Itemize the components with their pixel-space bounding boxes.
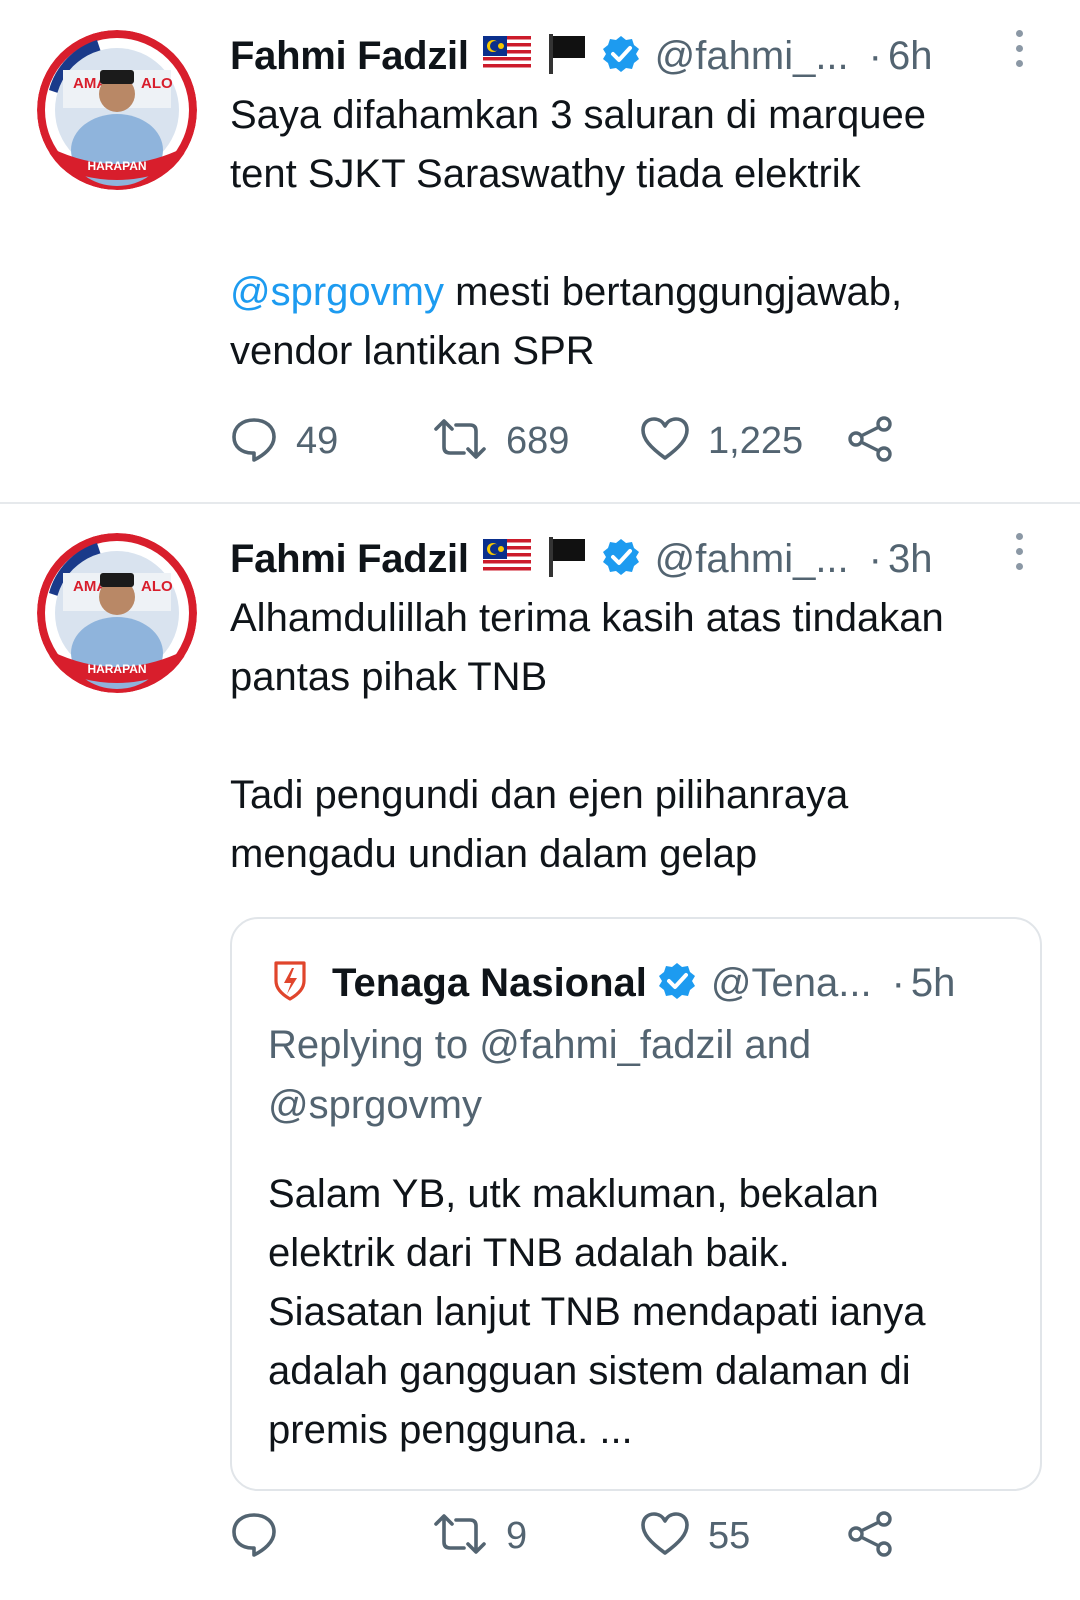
timestamp[interactable]: 6h — [888, 34, 933, 79]
quoted-tweet[interactable]: Tenaga Nasional @Tena... · 5h Replying t… — [230, 917, 1042, 1491]
timestamp[interactable]: 3h — [888, 537, 933, 582]
replying-to-line: @sprgovmy — [268, 1083, 482, 1127]
separator-dot: · — [891, 960, 905, 1005]
reply-button[interactable] — [230, 1506, 296, 1566]
tweet-text-line: pantas pihak TNB — [230, 655, 548, 699]
retweet-count: 9 — [506, 1514, 528, 1557]
tweet-text-line: Saya difahamkan 3 saluran di marquee — [230, 93, 926, 137]
reply-icon — [230, 415, 278, 468]
black-flag-icon — [545, 32, 589, 81]
verified-icon — [601, 537, 641, 582]
quoted-author-name[interactable]: Tenaga Nasional — [332, 961, 647, 1006]
replying-to: Replying to @fahmi_fadzil and @sprgovmy — [268, 1015, 1008, 1135]
like-icon — [640, 1510, 690, 1563]
verified-icon — [601, 34, 641, 79]
verified-icon — [657, 961, 697, 1006]
black-flag-icon — [545, 535, 589, 584]
tweet-text-line: mengadu undian dalam gelap — [230, 832, 758, 876]
quoted-timestamp[interactable]: 5h — [911, 961, 956, 1006]
reply-button[interactable]: 49 — [230, 411, 338, 471]
share-icon — [846, 1510, 896, 1563]
more-icon[interactable] — [1013, 30, 1025, 70]
tweet-text-line: tent SJKT Saraswathy tiada elektrik — [230, 152, 861, 196]
replying-to-line: Replying to @fahmi_fadzil and — [268, 1023, 812, 1067]
quoted-text-line: Siasatan lanjut TNB mendapati ianya — [268, 1290, 926, 1334]
quoted-text-line: elektrik dari TNB adalah baik. — [268, 1231, 790, 1275]
separator-dot: · — [868, 33, 882, 78]
reply-icon — [230, 1510, 278, 1563]
avatar[interactable]: AMA ALO HARAPAN — [37, 30, 197, 190]
avatar-banner-text: HARAPAN — [87, 159, 146, 173]
tnb-logo-icon — [270, 959, 310, 1008]
retweet-icon — [432, 415, 488, 468]
tweet[interactable]: AMA ALO HARAPAN Fahmi Fadzil @fahmi_... … — [0, 503, 1080, 1600]
quoted-author-handle[interactable]: @Tena... — [711, 961, 872, 1006]
quoted-text-line: premis pengguna. ... — [268, 1408, 633, 1452]
like-count: 1,225 — [708, 419, 804, 462]
retweet-count: 689 — [506, 419, 570, 462]
retweet-button[interactable]: 689 — [432, 411, 569, 471]
malaysia-flag-icon — [482, 538, 531, 580]
quoted-tweet-header: Tenaga Nasional @Tena... · 5h — [270, 955, 955, 1011]
quoted-text-line: Salam YB, utk makluman, bekalan — [268, 1172, 879, 1216]
author-name[interactable]: Fahmi Fadzil — [230, 537, 469, 582]
separator-dot: · — [868, 536, 882, 581]
tweet-header: Fahmi Fadzil @fahmi_... — [230, 529, 933, 589]
tweet-text: Alhamdulillah terima kasih atas tindakan… — [230, 589, 1050, 884]
quoted-tweet-text: Salam YB, utk makluman, bekalan elektrik… — [268, 1165, 1028, 1460]
svg-text:ALO: ALO — [141, 75, 173, 92]
more-icon[interactable] — [1013, 533, 1025, 573]
avatar[interactable]: AMA ALO HARAPAN — [37, 533, 197, 693]
mention-link[interactable]: @sprgovmy — [230, 270, 444, 314]
malaysia-flag-icon — [482, 35, 531, 77]
like-icon — [640, 415, 690, 468]
tweet-header: Fahmi Fadzil @fahmi_... — [230, 26, 933, 86]
author-handle[interactable]: @fahmi_... — [655, 34, 849, 79]
quoted-text-line: adalah gangguan sistem dalaman di — [268, 1349, 911, 1393]
author-handle[interactable]: @fahmi_... — [655, 537, 849, 582]
like-button[interactable]: 55 — [640, 1506, 750, 1566]
tweet-actions: 9 55 — [230, 1506, 930, 1566]
retweet-button[interactable]: 9 — [432, 1506, 527, 1566]
tweet[interactable]: AMA ALO HARAPAN Fahmi Fadzil @fahmi_... … — [0, 0, 1080, 502]
tweet-text-segment: mesti bertanggungjawab, — [443, 270, 903, 314]
svg-text:ALO: ALO — [141, 578, 173, 595]
tweet-text-line: Alhamdulillah terima kasih atas tindakan — [230, 596, 944, 640]
tweet-text-line: Tadi pengundi dan ejen pilihanraya — [230, 773, 849, 817]
share-icon — [846, 415, 896, 468]
author-name[interactable]: Fahmi Fadzil — [230, 34, 469, 79]
like-count: 55 — [708, 1514, 751, 1557]
share-button[interactable] — [846, 1506, 896, 1566]
tweet-text: Saya difahamkan 3 saluran di marquee ten… — [230, 86, 1050, 381]
tweet-actions: 49 689 1,225 — [230, 411, 930, 471]
reply-count: 49 — [296, 419, 339, 462]
tweet-text-line: vendor lantikan SPR — [230, 329, 595, 373]
retweet-icon — [432, 1510, 488, 1563]
like-button[interactable]: 1,225 — [640, 411, 803, 471]
share-button[interactable] — [846, 411, 896, 471]
avatar-banner-text: HARAPAN — [87, 662, 146, 676]
